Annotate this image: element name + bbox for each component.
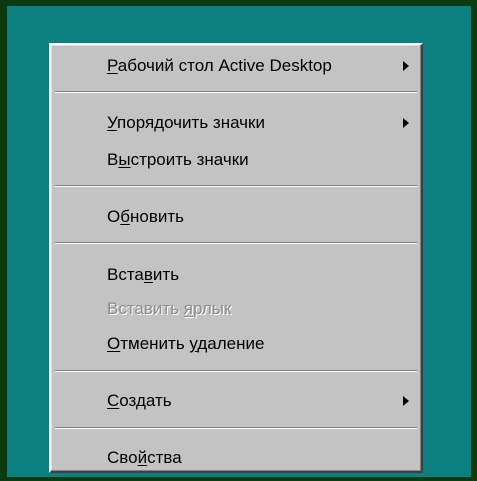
menu-item-paste[interactable]: Вставить bbox=[51, 258, 421, 292]
menu-item-new[interactable]: Создать bbox=[51, 384, 421, 418]
submenu-arrow-icon bbox=[403, 396, 409, 406]
menu-separator bbox=[55, 370, 417, 372]
menu-item-undo-delete[interactable]: Отменить удаление bbox=[51, 327, 421, 361]
menu-item-arrange-icons[interactable]: Упорядочить значки bbox=[51, 106, 421, 140]
menu-separator bbox=[55, 427, 417, 429]
menu-item-properties[interactable]: Свойства bbox=[51, 441, 421, 475]
menu-separator bbox=[55, 185, 417, 187]
desktop-context-menu: Рабочий стол Active Desktop Упорядочить … bbox=[49, 43, 423, 473]
menu-item-refresh[interactable]: Обновить bbox=[51, 200, 421, 234]
desktop-background[interactable]: Рабочий стол Active Desktop Упорядочить … bbox=[7, 6, 471, 477]
menu-item-paste-shortcut: Вставить ярлык bbox=[107, 299, 232, 318]
menu-separator bbox=[55, 91, 417, 93]
menu-item-line-up-icons[interactable]: Выстроить значки bbox=[51, 143, 421, 177]
submenu-arrow-icon bbox=[403, 61, 409, 71]
submenu-arrow-icon bbox=[403, 118, 409, 128]
menu-item-active-desktop[interactable]: Рабочий стол Active Desktop bbox=[51, 49, 421, 83]
menu-separator bbox=[55, 242, 417, 244]
